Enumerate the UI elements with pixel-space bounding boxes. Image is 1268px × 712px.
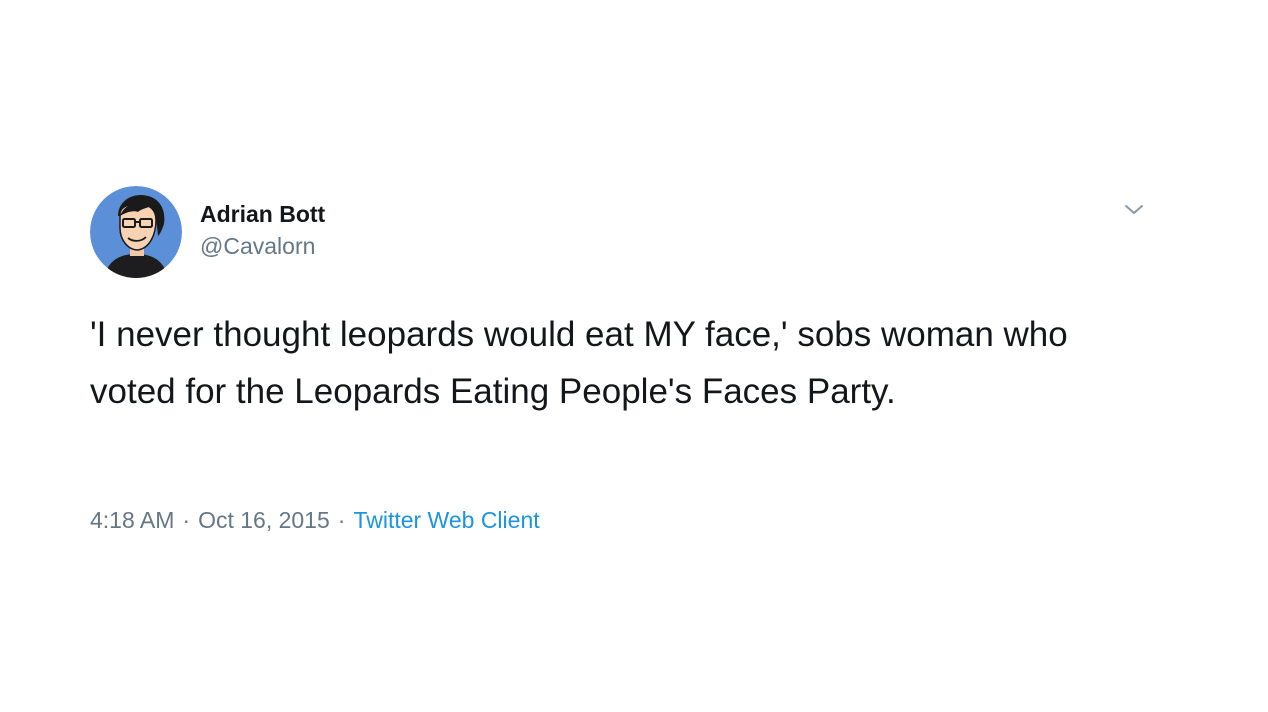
tweet-metadata: 4:18 AM · Oct 16, 2015 · Twitter Web Client bbox=[90, 504, 540, 536]
tweet-source-link[interactable]: Twitter Web Client bbox=[353, 507, 539, 533]
author-handle[interactable]: @Cavalorn bbox=[200, 230, 325, 262]
meta-separator: · bbox=[337, 507, 346, 533]
cartoon-avatar-icon bbox=[90, 186, 182, 278]
author-display-name[interactable]: Adrian Bott bbox=[200, 198, 325, 230]
tweet-author: Adrian Bott @Cavalorn bbox=[200, 198, 325, 262]
tweet-date[interactable]: Oct 16, 2015 bbox=[198, 507, 330, 533]
avatar[interactable] bbox=[90, 186, 182, 278]
tweet-menu-button[interactable] bbox=[1122, 198, 1146, 222]
meta-separator: · bbox=[182, 507, 191, 533]
tweet-card: Adrian Bott @Cavalorn 'I never thought l… bbox=[0, 0, 1268, 712]
chevron-down-icon bbox=[1125, 205, 1143, 214]
tweet-text: 'I never thought leopards would eat MY f… bbox=[90, 315, 1068, 411]
tweet-time[interactable]: 4:18 AM bbox=[90, 507, 174, 533]
